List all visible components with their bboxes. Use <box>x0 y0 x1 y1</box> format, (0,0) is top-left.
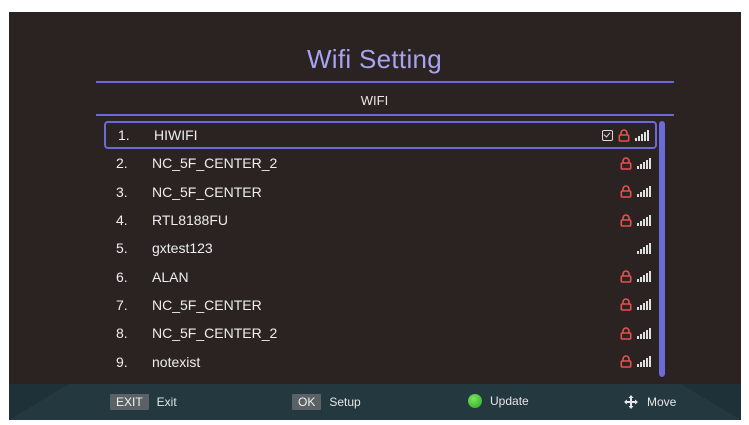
wifi-network-row[interactable]: 1. HIWIFI <box>104 121 657 150</box>
signal-strength-icon <box>637 356 651 368</box>
lock-icon <box>620 213 632 227</box>
section-divider <box>96 114 674 116</box>
setup-label: Setup <box>329 395 361 409</box>
green-button-icon <box>468 394 482 408</box>
wifi-network-row[interactable]: 3. NC_5F_CENTER <box>104 178 657 206</box>
network-index: 3. <box>116 183 128 200</box>
signal-strength-icon <box>637 157 651 169</box>
wifi-network-row[interactable]: 5. gxtest123 <box>104 234 657 262</box>
network-index: 8. <box>116 325 128 342</box>
network-name: NC_5F_CENTER <box>152 183 262 200</box>
scrollbar[interactable] <box>659 121 665 378</box>
lock-icon <box>620 355 632 368</box>
exit-label: Exit <box>156 395 177 409</box>
ok-key: OK <box>292 394 322 410</box>
network-name: NC_5F_CENTER <box>152 296 262 313</box>
move-arrows-icon <box>624 395 638 409</box>
network-name: gxtest123 <box>152 240 213 257</box>
network-index: 7. <box>116 296 128 313</box>
wifi-network-row[interactable]: 6. ALAN <box>104 262 657 290</box>
signal-strength-icon <box>635 129 649 141</box>
page-title: Wifi Setting <box>306 44 443 74</box>
update-hint[interactable]: Update <box>468 394 529 408</box>
network-index: 9. <box>116 353 128 370</box>
signal-strength-icon <box>637 186 651 198</box>
network-status-icons <box>620 326 657 340</box>
signal-strength-icon <box>637 214 651 226</box>
section-label: WIFI <box>360 93 389 108</box>
wifi-network-row[interactable]: 7. NC_5F_CENTER <box>104 291 657 319</box>
network-status-icons <box>602 128 655 142</box>
lock-icon <box>620 298 632 312</box>
network-status-icons <box>620 355 657 368</box>
network-status-icons <box>620 157 657 170</box>
update-label: Update <box>490 394 529 408</box>
setup-hint[interactable]: OK Setup <box>292 394 361 410</box>
network-status-icons <box>620 213 657 227</box>
lock-icon <box>618 128 630 142</box>
tv-screen: Wifi Setting WIFI 1. HIWIFI 2. NC_5F_CENTER… <box>0 0 749 425</box>
move-label: Move <box>647 395 677 409</box>
network-index: 4. <box>116 212 128 229</box>
exit-hint[interactable]: EXIT Exit <box>110 394 177 410</box>
signal-strength-icon <box>637 271 651 283</box>
network-name: ALAN <box>152 268 189 285</box>
wifi-network-list: 1. HIWIFI 2. NC_5F_CENTER_2 3. NC_5F_CENTER 4.… <box>104 121 657 376</box>
network-status-icons <box>620 298 657 312</box>
move-hint: Move <box>623 394 676 410</box>
wifi-network-row[interactable]: 2. NC_5F_CENTER_2 <box>104 149 657 177</box>
signal-strength-icon <box>637 327 651 339</box>
network-status-icons <box>620 185 657 199</box>
network-index: 6. <box>116 268 128 285</box>
network-name: notexist <box>152 353 201 370</box>
lock-icon <box>620 270 632 283</box>
wifi-network-row[interactable]: 8. NC_5F_CENTER_2 <box>104 319 657 347</box>
network-name: NC_5F_CENTER_2 <box>152 155 278 172</box>
network-name: NC_5F_CENTER_2 <box>152 325 278 342</box>
connected-check-icon <box>602 129 613 141</box>
network-index: 1. <box>118 127 130 144</box>
lock-icon <box>620 326 632 340</box>
scrollbar-thumb[interactable] <box>659 121 665 377</box>
network-status-icons <box>637 242 657 254</box>
wifi-network-row[interactable]: 9. notexist <box>104 347 657 375</box>
title-divider <box>96 81 674 83</box>
exit-key: EXIT <box>110 394 149 410</box>
lock-icon <box>620 157 632 170</box>
network-name: RTL8188FU <box>152 212 229 229</box>
network-status-icons <box>620 270 657 283</box>
wifi-network-row[interactable]: 4. RTL8188FU <box>104 206 657 234</box>
network-index: 5. <box>116 240 128 257</box>
network-index: 2. <box>116 155 128 172</box>
signal-strength-icon <box>637 242 651 254</box>
lock-icon <box>620 185 632 199</box>
signal-strength-icon <box>637 299 651 311</box>
network-name: HIWIFI <box>154 127 198 144</box>
